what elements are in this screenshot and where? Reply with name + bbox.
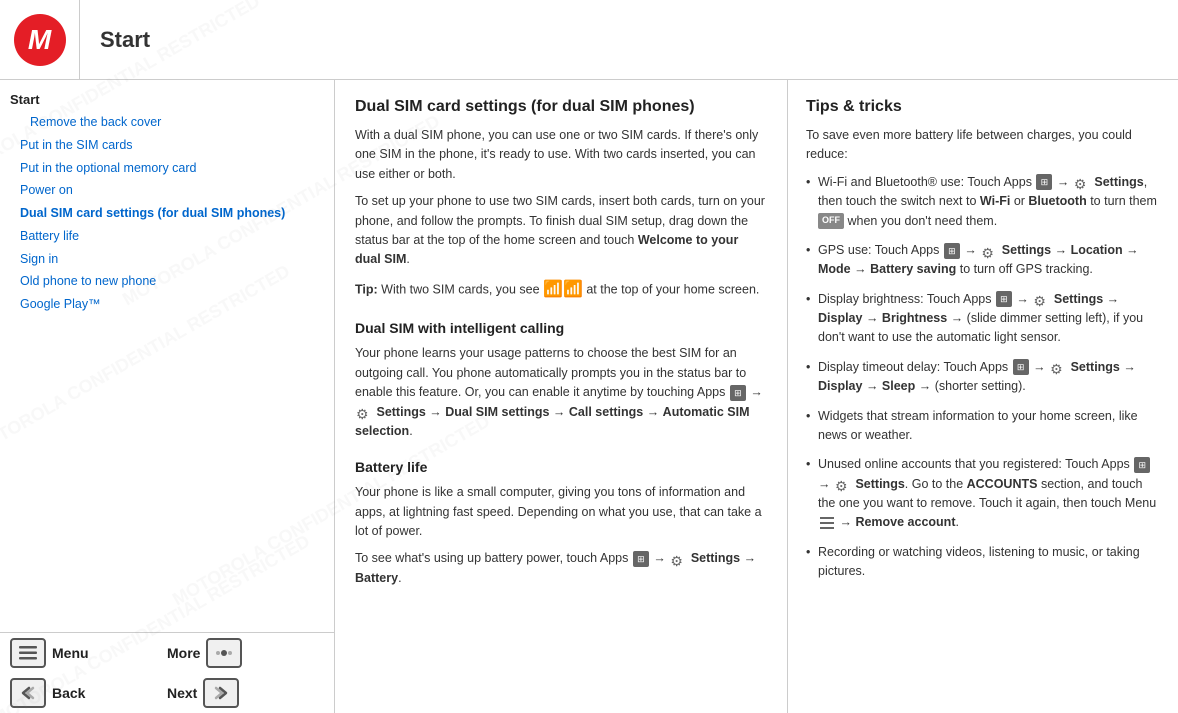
sidebar-item-google-play[interactable]: Google Play™ — [10, 293, 324, 316]
sidebar-item-remove-back-cover[interactable]: Remove the back cover — [10, 111, 324, 134]
menu-icon — [10, 638, 46, 668]
page-title: Start — [80, 27, 150, 53]
header: M Start — [0, 0, 1178, 80]
bottom-row-1: Menu More — [0, 633, 334, 673]
sidebar-item-old-phone[interactable]: Old phone to new phone — [10, 270, 324, 293]
off-badge: OFF — [818, 213, 844, 229]
apps-icon-1: ⊞ — [730, 385, 746, 401]
menu-icon-svg — [19, 646, 37, 660]
sidebar-item-battery-life[interactable]: Battery life — [10, 225, 324, 248]
apps-icon-brightness: ⊞ — [996, 291, 1012, 307]
menu-label: Menu — [52, 645, 89, 661]
page-wrapper: M Start Start Remove the back cover Put … — [0, 0, 1178, 713]
tip-widgets: Widgets that stream information to your … — [806, 407, 1160, 446]
settings-icon-2 — [670, 551, 686, 567]
intro-paragraph: With a dual SIM phone, you can use one o… — [355, 126, 767, 184]
body-wrapper: Start Remove the back cover Put in the S… — [0, 80, 1178, 713]
settings-icon-1 — [356, 404, 372, 420]
content-panels: Dual SIM card settings (for dual SIM pho… — [335, 80, 1178, 713]
left-panel-heading: Dual SIM card settings (for dual SIM pho… — [355, 98, 767, 116]
subheading-intelligent: Dual SIM with intelligent calling — [355, 320, 767, 336]
apps-icon-accounts: ⊞ — [1134, 457, 1150, 473]
tip-wifi: Wi-Fi and Bluetooth® use: Touch Apps ⊞ →… — [806, 173, 1160, 231]
sidebar-footer: Menu More — [0, 632, 334, 713]
tip-gps: GPS use: Touch Apps ⊞ → Settings → Locat… — [806, 241, 1160, 280]
sidebar-item-optional-memory[interactable]: Put in the optional memory card — [10, 157, 324, 180]
sidebar-section-title: Start — [10, 92, 324, 107]
back-icon — [10, 678, 46, 708]
tip-paragraph: Tip: With two SIM cards, you see 📶📶 at t… — [355, 278, 767, 303]
apps-icon-timeout: ⊞ — [1013, 359, 1029, 375]
settings-icon-brightness — [1033, 291, 1049, 307]
intelligent-paragraph: Your phone learns your usage patterns to… — [355, 344, 767, 441]
next-icon-svg — [212, 686, 230, 700]
sidebar-item-sign-in[interactable]: Sign in — [10, 248, 324, 271]
sidebar-wrapper: Start Remove the back cover Put in the S… — [0, 80, 335, 713]
logo-area: M — [0, 0, 80, 79]
menu-dots-icon — [820, 517, 834, 529]
right-panel: Tips & tricks To save even more battery … — [788, 80, 1178, 713]
tips-list: Wi-Fi and Bluetooth® use: Touch Apps ⊞ →… — [806, 173, 1160, 582]
sidebar-item-dual-sim[interactable]: Dual SIM card settings (for dual SIM pho… — [10, 202, 324, 225]
subheading-battery: Battery life — [355, 459, 767, 475]
apps-icon-wifi: ⊞ — [1036, 174, 1052, 190]
more-icon-svg — [215, 646, 233, 660]
next-label: Next — [167, 685, 197, 701]
more-label: More — [167, 645, 200, 661]
tips-intro: To save even more battery life between c… — [806, 126, 1160, 165]
settings-icon-accounts — [835, 476, 851, 492]
more-icon — [206, 638, 242, 668]
bottom-row-2: Back Next — [0, 673, 334, 713]
sidebar-item-put-sim[interactable]: Put in the SIM cards — [10, 134, 324, 157]
setup-paragraph: To set up your phone to use two SIM card… — [355, 192, 767, 270]
tip-accounts: Unused online accounts that you register… — [806, 455, 1160, 533]
menu-button[interactable]: Menu — [10, 638, 167, 668]
back-icon-svg — [19, 686, 37, 700]
tip-timeout: Display timeout delay: Touch Apps ⊞ → Se… — [806, 358, 1160, 397]
sidebar-content: Start Remove the back cover Put in the S… — [0, 80, 334, 632]
settings-icon-gps — [981, 243, 997, 259]
tip-brightness: Display brightness: Touch Apps ⊞ → Setti… — [806, 290, 1160, 348]
sidebar-item-power-on[interactable]: Power on — [10, 179, 324, 202]
tip-recording: Recording or watching videos, listening … — [806, 543, 1160, 582]
battery-paragraph: Your phone is like a small computer, giv… — [355, 483, 767, 541]
settings-icon-wifi — [1074, 174, 1090, 190]
left-panel: Dual SIM card settings (for dual SIM pho… — [335, 80, 788, 713]
apps-icon-gps: ⊞ — [944, 243, 960, 259]
right-panel-heading: Tips & tricks — [806, 98, 1160, 116]
more-button[interactable]: More — [167, 638, 324, 668]
battery-see-paragraph: To see what's using up battery power, to… — [355, 549, 767, 588]
back-label: Back — [52, 685, 85, 701]
apps-icon-2: ⊞ — [633, 551, 649, 567]
next-button[interactable]: Next — [167, 678, 324, 708]
back-button[interactable]: Back — [10, 678, 167, 708]
settings-icon-timeout — [1050, 359, 1066, 375]
motorola-logo: M — [14, 14, 66, 66]
next-icon — [203, 678, 239, 708]
